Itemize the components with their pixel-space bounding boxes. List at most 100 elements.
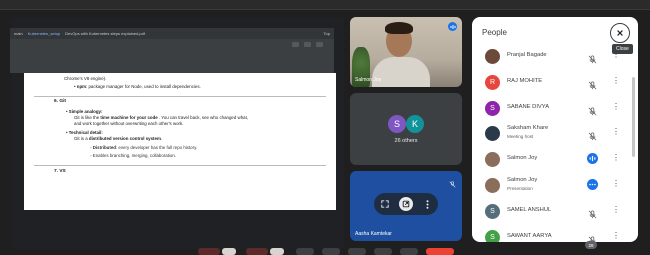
participant-name: RAJ MOHITE (507, 77, 543, 84)
breadcrumb[interactable]: Kubernetes_setup (28, 31, 60, 36)
simple-pre: Git is like the (74, 114, 101, 120)
control-button[interactable] (374, 248, 392, 255)
participant-name: Salmon Joy (507, 155, 538, 162)
participant-row[interactable]: Salmon Joy Presentation ⋮ (472, 174, 632, 200)
tech-pre: Git is a (74, 135, 89, 141)
pdf-sub-toolbar (10, 39, 334, 73)
mic-off-icon[interactable] (588, 206, 598, 219)
more-options-icon[interactable] (420, 197, 434, 211)
avatar: S (388, 115, 406, 133)
more-options-icon[interactable]: ⋮ (612, 205, 620, 214)
mic-off-icon (449, 175, 456, 193)
mic-off-icon[interactable] (588, 128, 598, 141)
zoom-label[interactable]: Top (324, 31, 330, 36)
control-button[interactable] (348, 248, 366, 255)
video-tile-aasha[interactable]: Aasha Kamtekar (350, 171, 462, 241)
more-options-icon[interactable]: ⋮ (612, 179, 620, 188)
pdf-tool-icon[interactable] (292, 42, 299, 47)
divider (34, 165, 326, 166)
more-options-icon[interactable]: ⋮ (612, 153, 620, 162)
participant-count-badge: 28 (585, 241, 597, 249)
pdf-tool-icon[interactable] (304, 42, 311, 47)
mic-off-icon[interactable] (588, 51, 598, 64)
tile-participant-name: Salmon Joy (355, 77, 382, 83)
npm-term: npm (76, 83, 87, 89)
people-list: Pranjal Bagade ⋮ R RAJ MOHITE ⋮ S SABANE DIVYA… (472, 45, 632, 242)
dist-bold: Distributed (92, 144, 116, 150)
tile-participant-name: Aasha Kamtekar (355, 231, 392, 237)
fit-tile-icon[interactable] (378, 197, 392, 211)
people-scrollbar[interactable] (632, 77, 635, 157)
participant-name: Salmon Joy (507, 176, 538, 183)
more-options-icon[interactable]: ⋮ (612, 102, 620, 111)
others-count-label: 26 others (394, 138, 418, 144)
divider (34, 95, 326, 97)
close-icon (617, 30, 623, 36)
control-button[interactable] (296, 248, 314, 255)
participant-role: Meeting host (507, 134, 534, 140)
participant-name: Pranjal Bagade (507, 52, 547, 58)
person-hair (385, 22, 413, 34)
pdf-line: Chrome's V8 engine). (64, 76, 107, 81)
speaking-indicator-icon (448, 22, 457, 31)
participant-name: SAMEL ANSHUL (507, 206, 552, 213)
avatar: S (485, 229, 500, 242)
control-button[interactable] (198, 248, 220, 255)
participant-row[interactable]: S SAWANT AARYA ⋮ (472, 226, 632, 242)
avatar: S (485, 100, 500, 116)
video-tile-others[interactable]: S K 26 others (350, 93, 462, 165)
participant-name: Saksham Khare (507, 125, 549, 132)
avatar: K (406, 115, 424, 133)
participant-row[interactable]: Saksham Khare Meeting host ⋮ (472, 122, 632, 148)
avatar (485, 49, 500, 64)
participant-row[interactable]: S SABANE DIVYA ⋮ (472, 97, 632, 123)
tile-hover-controls (374, 193, 438, 215)
presenting-icon (587, 178, 598, 190)
participant-role: Presentation (507, 185, 533, 191)
simple-post: . You can travel back, see who changed w… (157, 114, 249, 120)
window-top-bar (0, 0, 650, 10)
tech-post: . (160, 135, 163, 141)
participant-row[interactable]: S SAMEL ANSHUL ⋮ (472, 200, 632, 226)
dist-text: : every developer has the full repo hist… (115, 144, 198, 150)
end-call-button[interactable] (426, 248, 454, 255)
pin-icon[interactable] (398, 197, 413, 211)
meeting-controls-bar (0, 247, 650, 255)
branch-label[interactable]: main (14, 31, 23, 36)
control-button[interactable] (322, 248, 340, 255)
more-options-icon[interactable]: ⋮ (612, 231, 620, 240)
participant-row[interactable]: R RAJ MOHITE ⋮ (472, 71, 632, 97)
participant-name: SABANE DIVYA (507, 103, 550, 110)
participant-name: SAWANT AARYA (507, 232, 552, 239)
mic-off-icon[interactable] (588, 77, 598, 90)
participant-row[interactable]: Salmon Joy ⋮ (472, 148, 632, 174)
participant-row[interactable]: Pranjal Bagade ⋮ (472, 45, 632, 71)
pdf-page: Chrome's V8 engine). • npm: package mana… (24, 73, 336, 210)
section-heading: 7. VS (54, 168, 66, 174)
simple-label: Simple analogy: (68, 108, 103, 114)
tech-label: Technical detail: (68, 129, 103, 135)
close-panel-button[interactable] (610, 23, 630, 43)
more-options-icon[interactable]: ⋮ (612, 76, 620, 85)
pdf-filename: DevOps with Kubernetes steps explained.p… (65, 31, 145, 36)
tech-bold: distributed version control system (88, 135, 161, 141)
simple-bold: time machine for your code (100, 114, 158, 120)
control-button[interactable] (222, 248, 236, 255)
control-button[interactable] (270, 248, 284, 255)
avatar (485, 177, 500, 193)
branch-text: Enables branching, merging, collaboratio… (92, 153, 177, 159)
control-button[interactable] (400, 248, 418, 255)
pdf-toolbar: main Kubernetes_setup DevOps with Kubern… (10, 28, 334, 39)
more-options-icon[interactable]: ⋮ (612, 127, 620, 136)
npm-desc: : package manager for Node, used to inst… (86, 83, 201, 89)
pdf-tool-icon[interactable] (316, 42, 323, 47)
video-tile-camera[interactable]: Salmon Joy (350, 17, 462, 87)
control-button[interactable] (246, 248, 268, 255)
mic-off-icon[interactable] (588, 103, 598, 115)
speaking-indicator-icon (587, 153, 598, 165)
close-tooltip: Close (612, 44, 633, 54)
avatar (485, 152, 500, 168)
avatar: S (485, 203, 500, 219)
